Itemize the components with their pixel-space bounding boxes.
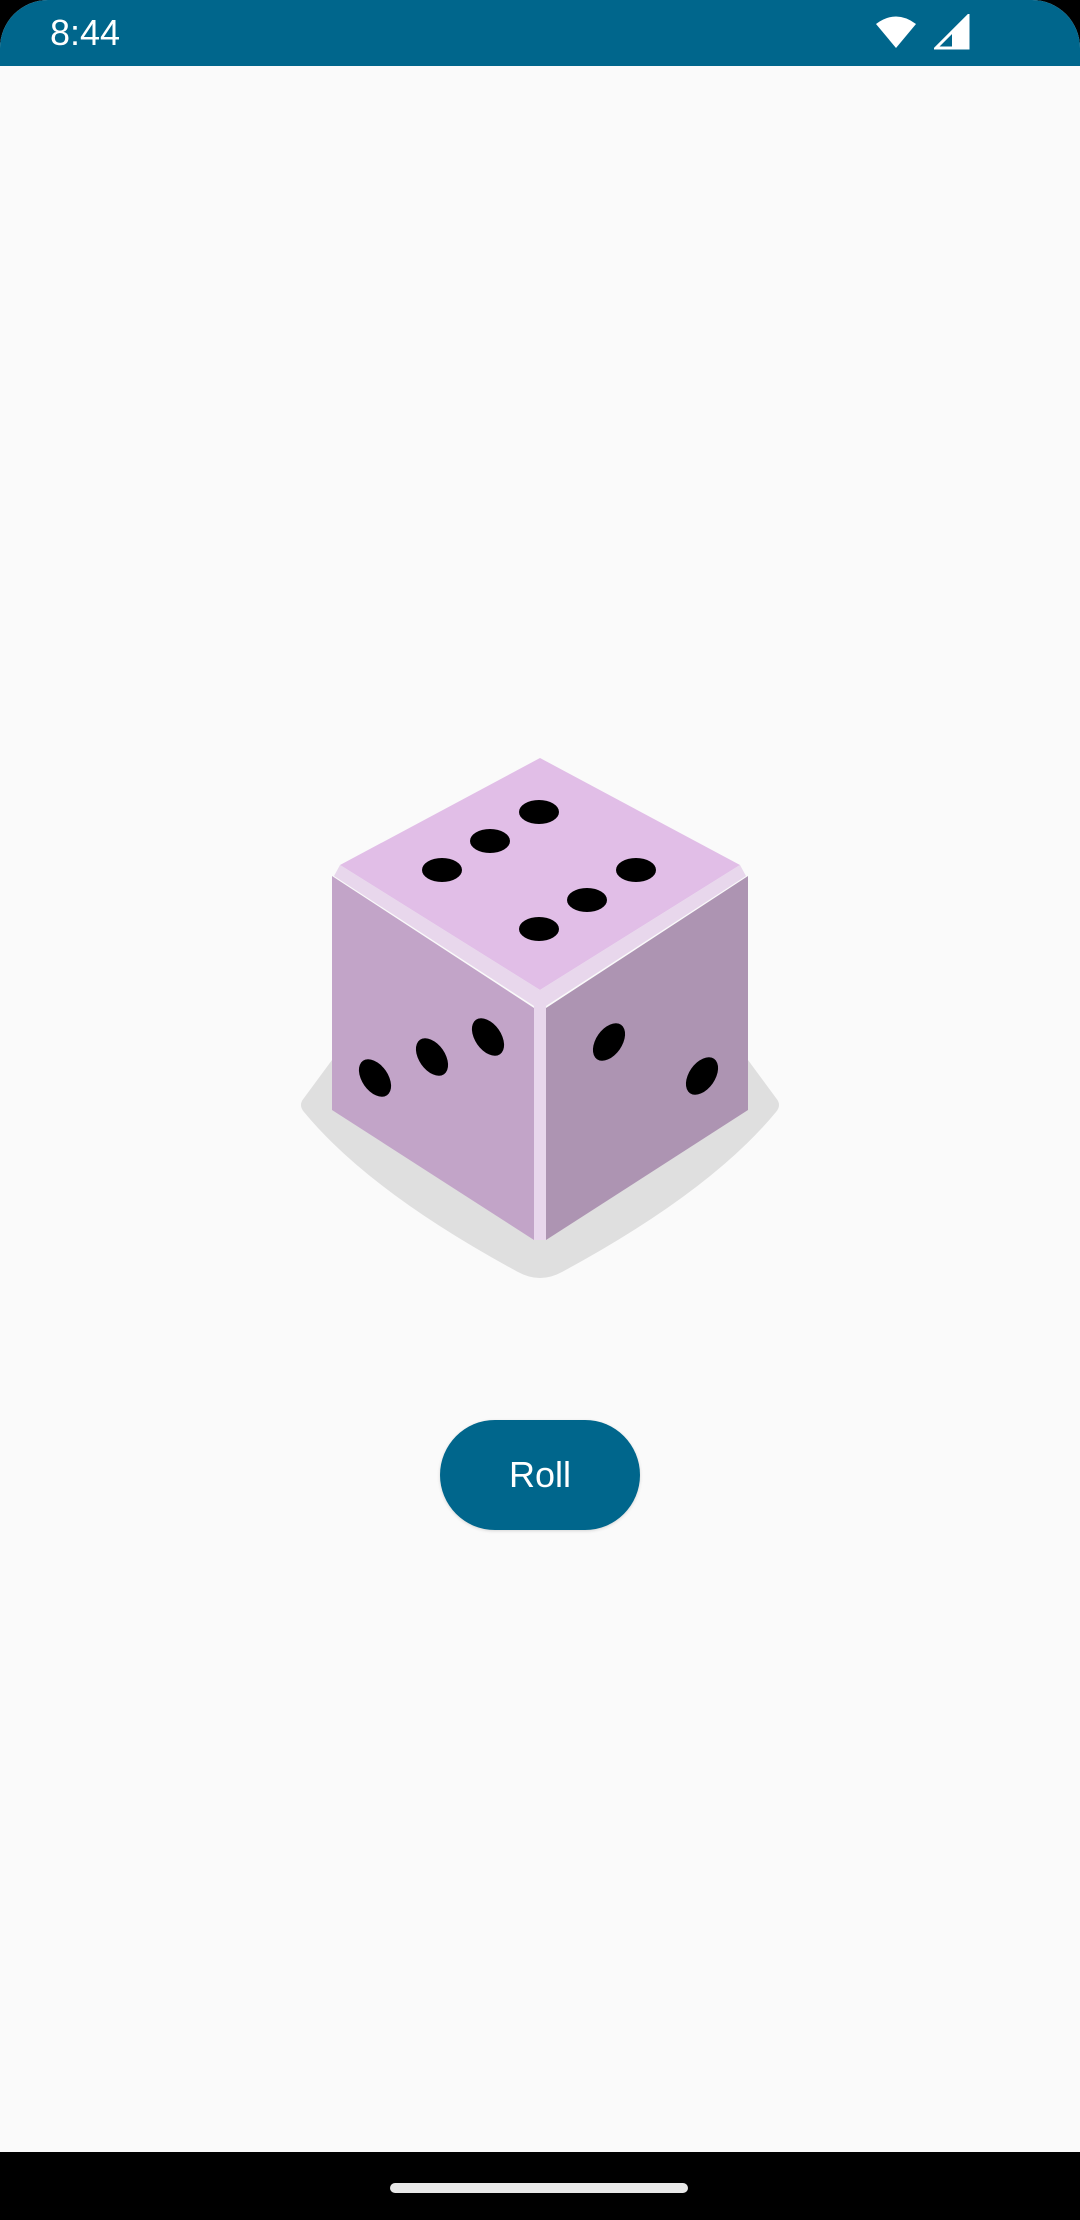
cellular-signal-icon [932, 12, 970, 55]
home-gesture-handle[interactable] [390, 2183, 688, 2193]
status-time: 8:44 [50, 12, 121, 53]
app-screen: 8:44 Roll [0, 0, 1080, 2152]
dice-image [290, 750, 790, 1290]
wifi-icon [874, 15, 918, 54]
navigation-bar [0, 2152, 1080, 2220]
dice-icon [301, 758, 779, 1278]
status-bar: 8:44 [0, 0, 1080, 66]
roll-button[interactable]: Roll [440, 1420, 640, 1530]
status-icons [874, 12, 970, 55]
